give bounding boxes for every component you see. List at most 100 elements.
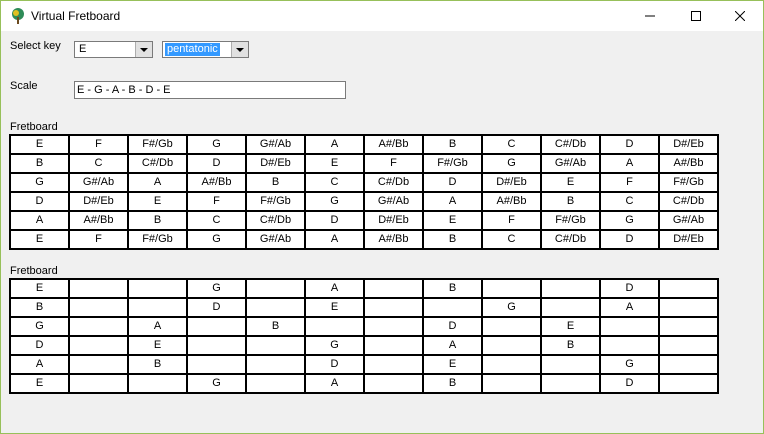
fret-cell — [540, 297, 601, 318]
fret-cell: B — [422, 229, 483, 250]
fret-cell: C — [481, 229, 542, 250]
fret-cell — [127, 373, 188, 394]
fret-cell: E — [9, 278, 70, 299]
fret-string-row: ABDEG — [9, 354, 719, 375]
fret-string-row: EGABD — [9, 278, 719, 299]
fret-cell — [658, 297, 719, 318]
fret-cell: C#/Db — [363, 172, 424, 193]
fret-cell: G — [186, 373, 247, 394]
fret-cell: C — [186, 210, 247, 231]
fret-cell — [68, 335, 129, 356]
fret-cell: D — [304, 210, 365, 231]
maximize-icon — [691, 11, 701, 21]
fret-cell: G — [9, 316, 70, 337]
fret-cell — [68, 373, 129, 394]
fret-cell: E — [9, 229, 70, 250]
fret-cell — [363, 297, 424, 318]
fret-cell — [68, 354, 129, 375]
chevron-down-icon — [236, 47, 244, 52]
fret-cell: D — [304, 354, 365, 375]
select-key-label: Select key — [10, 40, 61, 52]
fret-cell: C#/Db — [540, 134, 601, 155]
fret-string-row: A A#/Bb B C C#/Db D D#/Eb E F F#/Gb G G#/Ab — [9, 210, 719, 231]
minimize-button[interactable] — [627, 1, 673, 31]
close-icon — [735, 11, 745, 21]
fret-cell: B — [422, 134, 483, 155]
fret-cell: G — [9, 172, 70, 193]
fret-cell: C#/Db — [245, 210, 306, 231]
fret-cell: D#/Eb — [658, 229, 719, 250]
fret-cell — [304, 316, 365, 337]
fret-cell — [245, 373, 306, 394]
fret-cell — [540, 278, 601, 299]
fret-cell: G — [304, 191, 365, 212]
fret-cell — [481, 354, 542, 375]
fret-cell: D — [422, 316, 483, 337]
fret-cell: F — [68, 229, 129, 250]
fret-cell: A#/Bb — [363, 229, 424, 250]
fret-cell: D#/Eb — [363, 210, 424, 231]
fret-cell: B — [9, 297, 70, 318]
scale-field[interactable]: E - G - A - B - D - E — [74, 81, 346, 99]
fret-cell — [245, 297, 306, 318]
fret-cell: G — [186, 278, 247, 299]
fret-cell — [658, 373, 719, 394]
fret-cell: A — [9, 210, 70, 231]
window-title: Virtual Fretboard — [31, 9, 121, 23]
fret-cell: A — [304, 134, 365, 155]
title-bar[interactable]: Virtual Fretboard — [1, 1, 763, 31]
fret-cell: F#/Gb — [422, 153, 483, 174]
fret-cell: F — [68, 134, 129, 155]
fret-string-row: E F F#/Gb G G#/Ab A A#/Bb B C C#/Db D D#/Eb — [9, 134, 719, 155]
fret-cell — [658, 278, 719, 299]
fret-cell — [186, 354, 247, 375]
fret-cell — [481, 335, 542, 356]
maximize-button[interactable] — [673, 1, 719, 31]
fret-string-row: BDEGA — [9, 297, 719, 318]
fret-cell: C — [304, 172, 365, 193]
fret-cell: A#/Bb — [186, 172, 247, 193]
fret-cell: A — [599, 153, 660, 174]
fret-cell — [363, 335, 424, 356]
scale-type-dropdown-button[interactable] — [231, 42, 248, 57]
fret-cell: F#/Gb — [540, 210, 601, 231]
fret-cell: A — [127, 316, 188, 337]
fret-cell: E — [9, 134, 70, 155]
fret-cell: F — [363, 153, 424, 174]
fret-cell: B — [9, 153, 70, 174]
fret-cell: G — [186, 134, 247, 155]
fret-cell — [481, 373, 542, 394]
fret-cell — [363, 316, 424, 337]
fret-cell: G#/Ab — [68, 172, 129, 193]
fret-cell: A — [304, 373, 365, 394]
fret-cell — [540, 354, 601, 375]
fretboard-all-notes: E F F#/Gb G G#/Ab A A#/Bb B C C#/Db D D#/Eb B C C#/Db D… — [9, 134, 719, 250]
scale-type-select[interactable]: pentatonic — [162, 41, 249, 58]
fret-cell: F#/Gb — [245, 191, 306, 212]
fret-cell: G#/Ab — [245, 134, 306, 155]
fret-cell: C#/Db — [540, 229, 601, 250]
fret-cell: C — [599, 191, 660, 212]
fret-string-row: D D#/Eb E F F#/Gb G G#/Ab A A#/Bb B C C#/Db — [9, 191, 719, 212]
fret-cell: C — [481, 134, 542, 155]
key-select-dropdown-button[interactable] — [135, 42, 152, 57]
fret-cell: D — [599, 229, 660, 250]
fretboard-scale-label: Fretboard — [10, 265, 58, 277]
key-select[interactable]: E — [74, 41, 153, 58]
fret-cell: A#/Bb — [658, 153, 719, 174]
fret-cell: A#/Bb — [363, 134, 424, 155]
fret-cell: D — [599, 134, 660, 155]
fret-cell — [186, 335, 247, 356]
close-button[interactable] — [717, 1, 763, 31]
fret-cell: B — [127, 354, 188, 375]
fret-cell: A — [422, 335, 483, 356]
fret-cell — [127, 297, 188, 318]
fret-cell — [422, 297, 483, 318]
fret-cell: E — [304, 297, 365, 318]
fret-string-row: DEGAB — [9, 335, 719, 356]
fret-cell: G — [599, 354, 660, 375]
fret-cell: B — [540, 191, 601, 212]
fret-cell: E — [540, 172, 601, 193]
fret-cell: F#/Gb — [127, 134, 188, 155]
fretboard-scale-notes: EGABDBDEGAGABDEDEGABABDEGEGABD — [9, 278, 719, 394]
